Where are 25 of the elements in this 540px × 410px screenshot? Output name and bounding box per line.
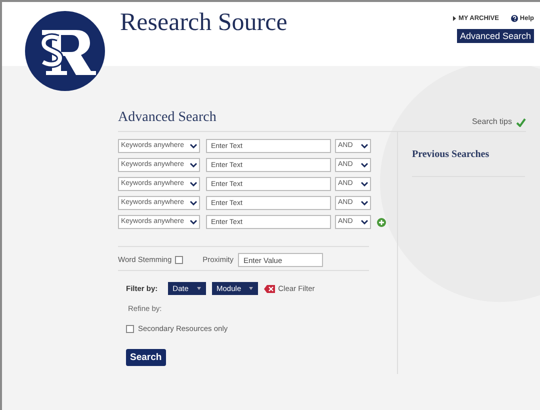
chevron-icon xyxy=(361,200,368,206)
advanced-search-button[interactable]: Advanced Search xyxy=(456,28,534,43)
search-tips-link[interactable]: Search tips xyxy=(472,116,512,128)
search-button[interactable]: Search xyxy=(126,348,166,366)
caret-icon xyxy=(196,287,201,290)
site-title: Research Source xyxy=(120,8,288,38)
add-icon[interactable] xyxy=(377,218,386,226)
chevron-icon xyxy=(190,144,197,148)
help-icon xyxy=(510,15,518,22)
triangle-icon xyxy=(453,16,456,22)
chevron-icon xyxy=(190,162,197,168)
section-title: Advanced Search xyxy=(118,109,216,127)
chevron-icon xyxy=(190,200,197,206)
chevron-icon xyxy=(361,182,368,186)
checkbox[interactable] xyxy=(174,256,183,264)
checkbox[interactable] xyxy=(126,324,134,333)
check-icon xyxy=(516,118,526,126)
chevron-icon xyxy=(190,182,197,186)
chevron-icon xyxy=(361,220,368,224)
previous-searches-title: Previous Searches xyxy=(412,147,525,177)
caret-icon xyxy=(249,287,254,290)
chevron-icon xyxy=(361,162,368,168)
clear-icon xyxy=(264,284,276,292)
chevron-icon xyxy=(361,144,368,148)
chevron-icon xyxy=(190,220,197,224)
